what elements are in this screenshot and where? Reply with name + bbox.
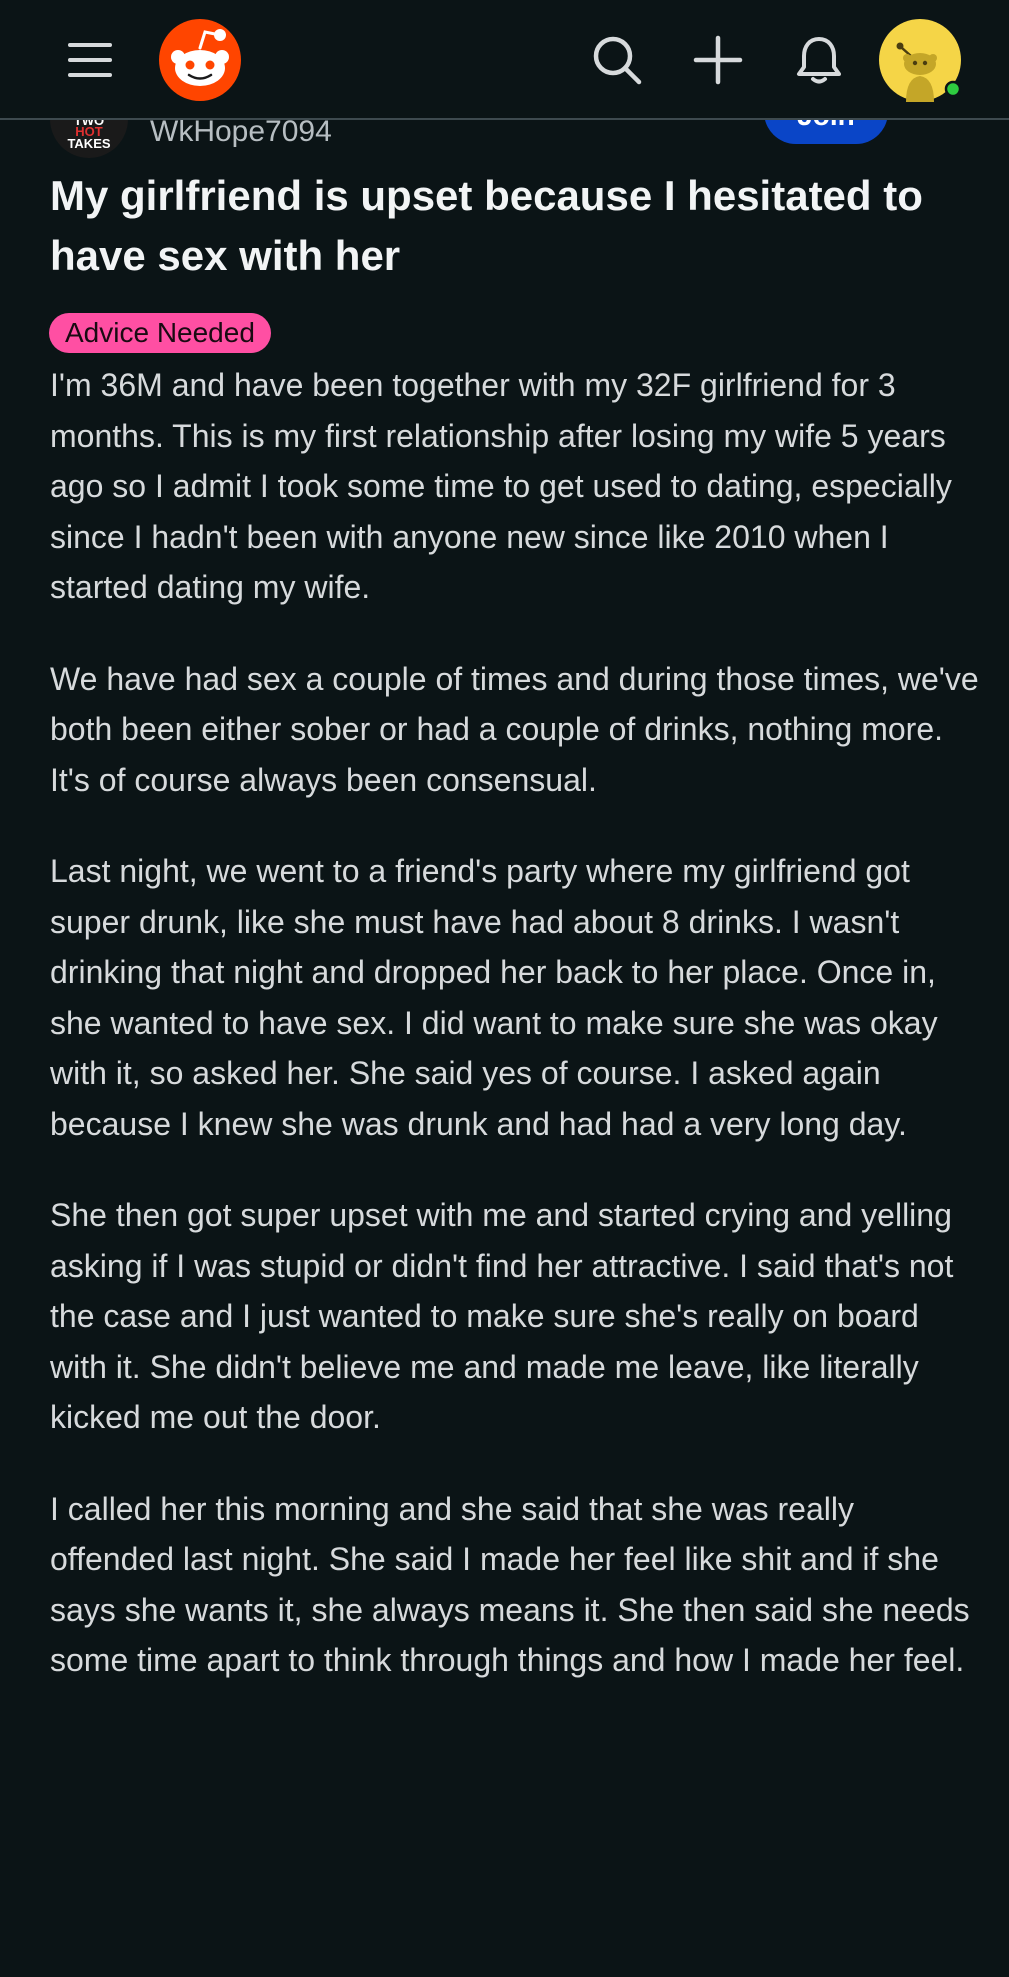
post-paragraph: She then got super upset with me and sta…: [50, 1197, 954, 1435]
bell-icon: [797, 37, 841, 84]
search-button[interactable]: [585, 28, 649, 92]
post-body: I'm 36M and have been together with my 3…: [50, 360, 980, 1727]
reddit-app: TWO HOT TAKES WkHope7094 Join: [0, 0, 1009, 1977]
plus-icon: [693, 35, 743, 85]
hamburger-menu-icon: [68, 43, 112, 77]
post-title[interactable]: My girlfriend is upset because I hesitat…: [50, 166, 970, 286]
post-paragraph: I called her this morning and she said t…: [50, 1490, 970, 1679]
notifications-button[interactable]: [787, 28, 851, 92]
post-paragraph: We have had sex a couple of times and du…: [50, 660, 979, 798]
community-avatar-line3: TAKES: [67, 136, 111, 151]
post-paragraph: I'm 36M and have been together with my 3…: [50, 367, 952, 605]
search-icon: [593, 36, 642, 85]
create-post-button[interactable]: [686, 28, 750, 92]
post-paragraph: Last night, we went to a friend's party …: [50, 853, 938, 1142]
snoo-avatar-icon: [879, 19, 962, 102]
user-avatar-button[interactable]: [878, 18, 964, 104]
reddit-logo-button[interactable]: [158, 18, 242, 102]
post-flair[interactable]: Advice Needed: [49, 313, 271, 353]
reddit-logo-icon: [159, 19, 241, 101]
top-navigation-bar: [0, 0, 1009, 120]
hamburger-menu-button[interactable]: [55, 28, 125, 92]
